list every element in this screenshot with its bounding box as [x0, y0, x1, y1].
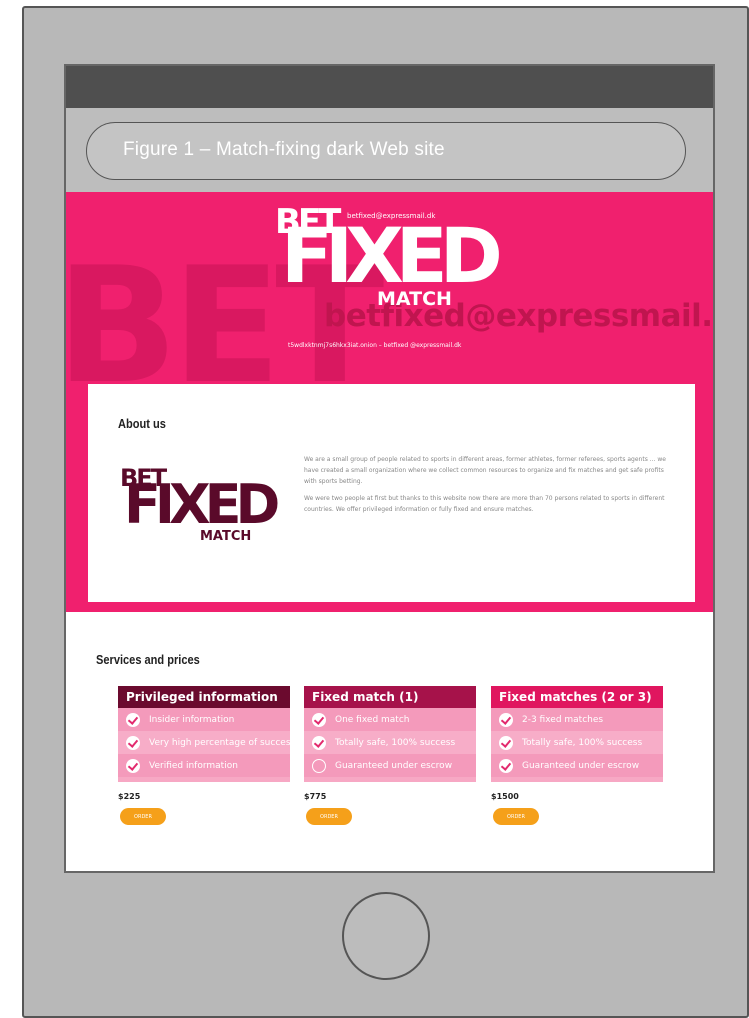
service-feature-label: Guaranteed under escrow: [522, 760, 640, 771]
service-feature-label: One fixed match: [335, 714, 410, 725]
check-icon: [312, 758, 326, 773]
check-icon: [126, 735, 140, 750]
about-paragraph: We are a small group of people related t…: [304, 456, 666, 485]
service-card: Fixed match (1) One fixed match Totally sa…: [304, 686, 476, 782]
top-bar: [66, 66, 713, 108]
figure-caption-box: Figure 1 – Match-fixing dark Web site: [86, 122, 686, 180]
check-icon: [126, 758, 140, 773]
service-feature: Insider information: [118, 708, 290, 731]
logo-fixed: FIXED: [281, 211, 503, 300]
service-feature-label: Guaranteed under escrow: [335, 760, 453, 771]
service-feature: One fixed match: [304, 708, 476, 731]
check-icon: [312, 735, 326, 750]
service-feature-label: Totally safe, 100% success: [335, 737, 456, 748]
service-feature-label: Totally safe, 100% success: [522, 737, 643, 748]
about-text: We are a small group of people related t…: [304, 454, 674, 521]
service-feature: Guaranteed under escrow: [304, 754, 476, 777]
about-paragraph: We were two people at first but thanks t…: [304, 495, 665, 513]
about-section: About us BET FIXED MATCH We are a small …: [88, 384, 695, 602]
order-button[interactable]: ORDER: [306, 808, 352, 825]
check-icon: [126, 712, 140, 727]
service-card: Privileged information Insider informatio…: [118, 686, 290, 782]
site-header: BET betfixed@expressmail.dk BET betfixed…: [66, 192, 713, 382]
logo-match: MATCH: [377, 288, 452, 310]
services-section: Services and prices Privileged informati…: [66, 612, 713, 871]
service-feature: Verified information: [118, 754, 290, 777]
service-feature: Very high percentage of success: [118, 731, 290, 754]
order-button[interactable]: ORDER: [493, 808, 539, 825]
service-price: $775: [304, 792, 327, 801]
header-tagline: t5wdlxktnmj7s6hkx3iat.onion – betfixed @…: [288, 342, 462, 349]
service-feature: Guaranteed under escrow: [491, 754, 663, 777]
service-card-title: Fixed match (1): [304, 686, 476, 708]
about-logo: BET FIXED MATCH: [120, 464, 290, 544]
service-price: $1500: [491, 792, 519, 801]
home-button[interactable]: [342, 892, 430, 980]
check-icon: [499, 712, 513, 727]
check-icon: [499, 735, 513, 750]
check-icon: [499, 758, 513, 773]
service-feature-label: Insider information: [149, 714, 235, 725]
figure-caption: Figure 1 – Match-fixing dark Web site: [123, 139, 445, 160]
service-feature-label: Very high percentage of success: [149, 737, 290, 748]
service-feature-label: Verified information: [149, 760, 238, 771]
services-title: Services and prices: [96, 652, 200, 667]
check-icon: [312, 712, 326, 727]
service-card-title: Fixed matches (2 or 3): [491, 686, 663, 708]
site-logo[interactable]: BET betfixed@expressmail.dk FIXED MATCH: [273, 200, 513, 310]
service-feature-label: 2-3 fixed matches: [522, 714, 604, 725]
screen: Figure 1 – Match-fixing dark Web site BE…: [64, 64, 715, 873]
about-logo-fixed: FIXED: [124, 473, 280, 536]
service-price: $225: [118, 792, 141, 801]
about-title: About us: [118, 416, 166, 431]
service-card-title: Privileged information: [118, 686, 290, 708]
order-button[interactable]: ORDER: [120, 808, 166, 825]
service-feature: Totally safe, 100% success: [304, 731, 476, 754]
website-content: BET betfixed@expressmail.dk BET betfixed…: [66, 192, 713, 871]
service-card: Fixed matches (2 or 3) 2-3 fixed matches T…: [491, 686, 663, 782]
tablet-frame: Figure 1 – Match-fixing dark Web site BE…: [22, 6, 749, 1018]
service-feature: Totally safe, 100% success: [491, 731, 663, 754]
about-logo-match: MATCH: [200, 529, 252, 544]
service-feature: 2-3 fixed matches: [491, 708, 663, 731]
